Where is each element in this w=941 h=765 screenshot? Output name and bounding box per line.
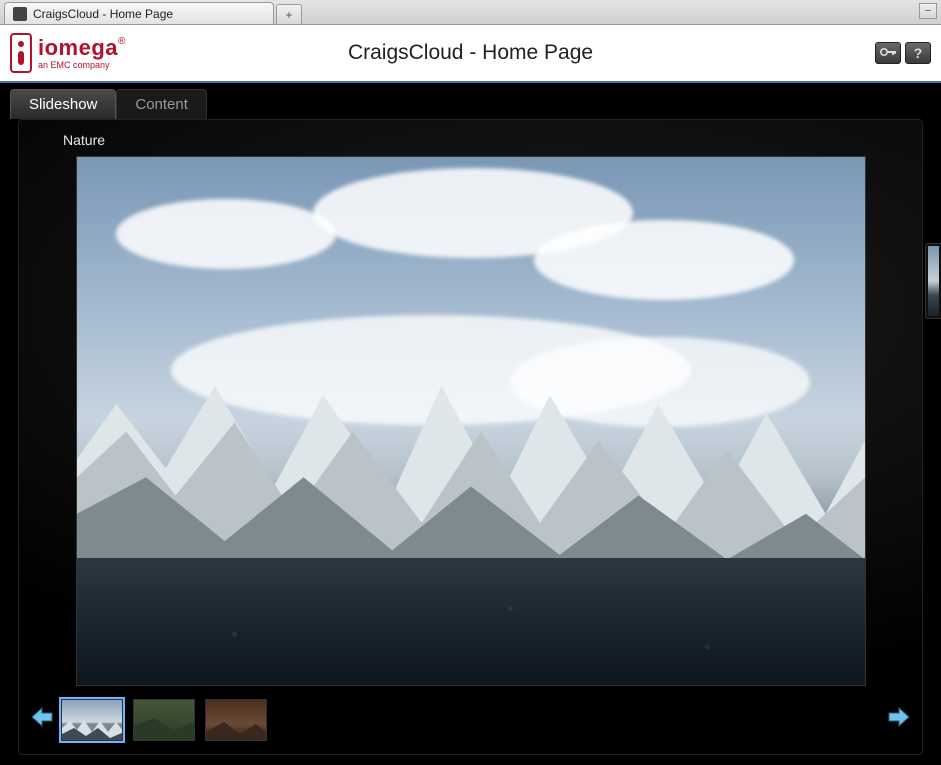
browser-tabstrip: CraigsCloud - Home Page + – [0,0,941,25]
help-icon: ? [914,45,923,61]
thumbnail-1[interactable] [61,699,123,741]
arrow-left-icon [30,706,54,728]
brand-logo[interactable]: iomega® an EMC company [10,33,125,73]
tab-slideshow[interactable]: Slideshow [10,89,116,119]
new-tab-button[interactable]: + [276,4,302,24]
image-valley-region [77,558,865,685]
side-peek-panel[interactable] [925,243,941,319]
plus-icon: + [285,8,292,22]
main-image-container [61,156,880,686]
gallery-panel: Nature [18,119,923,755]
arrow-right-icon [887,706,911,728]
brand-tagline: an EMC company [38,61,125,70]
page-title: CraigsCloud - Home Page [0,41,941,65]
content-area: Slideshow Content Nature [0,83,941,765]
tab-favicon [13,7,27,21]
peek-thumbnail [928,246,939,316]
tab-title: CraigsCloud - Home Page [33,7,173,21]
view-tabs: Slideshow Content [0,83,941,119]
brand-suffix: ® [118,36,125,47]
iomega-logo-icon [10,33,32,73]
thumbnail-3[interactable] [205,699,267,741]
help-button[interactable]: ? [905,42,931,64]
album-title: Nature [63,132,880,148]
image-mountains-region [77,331,865,569]
header-actions: ? [875,42,931,64]
brand-name: iomega [38,35,118,60]
next-image-button[interactable] [886,704,912,730]
app-header: iomega® an EMC company CraigsCloud - Hom… [0,25,941,83]
thumbnail-strip [61,686,880,744]
prev-image-button[interactable] [29,704,55,730]
thumbnail-2[interactable] [133,699,195,741]
tab-content[interactable]: Content [116,89,207,119]
browser-tab-active[interactable]: CraigsCloud - Home Page [4,2,274,24]
key-icon [879,45,897,61]
login-key-button[interactable] [875,42,901,64]
window-minimize-button[interactable]: – [919,3,937,19]
main-image[interactable] [76,156,866,686]
minimize-icon: – [925,5,931,16]
brand-text: iomega® an EMC company [38,37,125,70]
